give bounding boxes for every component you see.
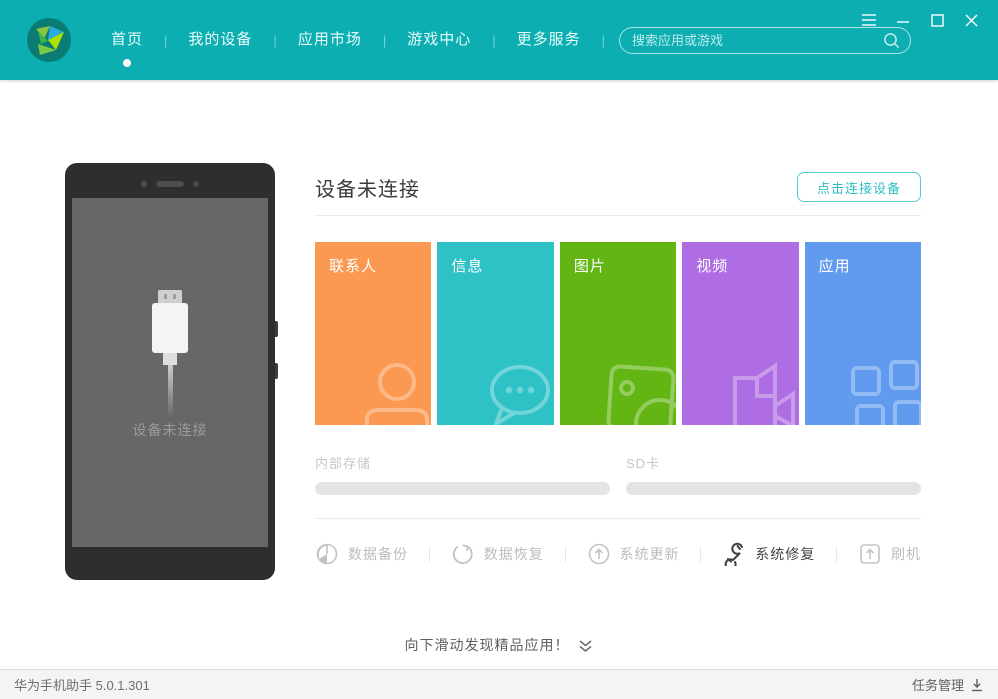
hint-text: 向下滑动发现精品应用！ (405, 637, 570, 653)
action-label: 系统更新 (620, 544, 680, 564)
usb-plug-icon (152, 290, 188, 417)
search-input[interactable] (632, 33, 883, 48)
content-column: 设备未连接 点击连接设备 联系人 信息 (315, 163, 921, 567)
action-separator (565, 546, 566, 562)
menu-icon[interactable] (856, 10, 882, 30)
sd-card-label: SD卡 (626, 453, 921, 472)
tile-apps[interactable]: 应用 (805, 242, 921, 425)
tile-label: 视频 (696, 255, 728, 276)
action-separator (700, 546, 701, 562)
flash-rom-button[interactable]: 刷机 (858, 542, 921, 566)
tile-label: 联系人 (329, 255, 377, 276)
window-controls (856, 10, 984, 30)
maximize-icon[interactable] (924, 10, 950, 30)
backup-icon (315, 542, 339, 566)
system-update-button[interactable]: 系统更新 (587, 542, 680, 566)
internal-storage-label: 内部存储 (315, 453, 610, 472)
repair-icon (722, 542, 746, 566)
phone-illustration: 设备未连接 (65, 163, 275, 580)
storage-divider (315, 518, 921, 519)
system-repair-button[interactable]: 系统修复 (722, 542, 815, 566)
nav-item-more-services[interactable]: 更多服务 (496, 0, 602, 80)
app-version-text: 华为手机助手 5.0.1.301 (14, 675, 150, 694)
data-restore-button[interactable]: 数据恢复 (451, 542, 544, 566)
nav-item-label: 更多服务 (517, 31, 581, 48)
scroll-down-hint[interactable]: 向下滑动发现精品应用！ (0, 635, 998, 655)
messages-icon (478, 356, 554, 425)
hisuite-window: 首页 | 我的设备 | 应用市场 | 游戏中心 | 更多服务 | (0, 0, 998, 699)
nav-item-app-market[interactable]: 应用市场 (277, 0, 383, 80)
connect-device-button[interactable]: 点击连接设备 (797, 172, 921, 202)
action-separator (429, 546, 430, 562)
double-chevron-down-icon (578, 639, 593, 653)
restore-icon (451, 542, 475, 566)
device-status-text: 设备未连接 (72, 420, 268, 440)
action-label: 数据恢复 (484, 544, 544, 564)
tile-pictures[interactable]: 图片 (560, 242, 676, 425)
nav-separator: | (602, 33, 605, 48)
task-manager-label: 任务管理 (912, 675, 964, 694)
nav-item-label: 首页 (111, 31, 143, 48)
tile-videos[interactable]: 视频 (682, 242, 798, 425)
action-label: 系统修复 (755, 544, 815, 564)
apps-icon (843, 354, 921, 425)
close-icon[interactable] (958, 10, 984, 30)
tile-contacts[interactable]: 联系人 (315, 242, 431, 425)
task-manager-button[interactable]: 任务管理 (912, 675, 984, 694)
tile-label: 应用 (819, 255, 851, 276)
action-toolbar: 数据备份 数据恢复 系统更新 (315, 541, 921, 567)
tile-label: 图片 (574, 255, 606, 276)
header-bar: 首页 | 我的设备 | 应用市场 | 游戏中心 | 更多服务 | (0, 0, 998, 80)
nav-item-label: 应用市场 (298, 31, 362, 48)
page-title: 设备未连接 (315, 173, 420, 202)
search-icon[interactable] (883, 32, 900, 49)
flash-icon (858, 542, 882, 566)
search-box[interactable] (619, 27, 911, 54)
phone-screen: 设备未连接 (72, 198, 268, 547)
nav-item-label: 我的设备 (188, 31, 252, 48)
contacts-icon (357, 358, 431, 425)
nav-item-label: 游戏中心 (407, 31, 471, 48)
app-logo-icon (26, 17, 72, 63)
update-icon (587, 542, 611, 566)
category-tiles: 联系人 信息 (315, 242, 921, 425)
videos-icon (727, 356, 799, 425)
internal-storage-bar (315, 482, 610, 495)
action-label: 刷机 (891, 544, 921, 564)
phone-power-button (275, 363, 278, 379)
phone-speaker (65, 181, 275, 187)
storage-section: 内部存储 SD卡 (315, 453, 921, 495)
action-label: 数据备份 (348, 544, 408, 564)
nav-item-game-center[interactable]: 游戏中心 (386, 0, 492, 80)
action-separator (836, 546, 837, 562)
nav-item-my-device[interactable]: 我的设备 (167, 0, 273, 80)
active-page-dot (123, 59, 131, 67)
download-manager-icon (970, 678, 984, 692)
sd-card-bar (626, 482, 921, 495)
phone-volume-button (275, 321, 278, 337)
title-divider (315, 215, 921, 216)
status-bar: 华为手机助手 5.0.1.301 任务管理 (0, 669, 998, 699)
pictures-icon (602, 356, 676, 425)
main-content: 设备未连接 设备未连接 点击连接设备 联系人 (0, 80, 998, 669)
tile-messages[interactable]: 信息 (437, 242, 553, 425)
nav-item-home[interactable]: 首页 (90, 0, 164, 80)
minimize-icon[interactable] (890, 10, 916, 30)
main-nav: 首页 | 我的设备 | 应用市场 | 游戏中心 | 更多服务 | (90, 0, 605, 80)
tile-label: 信息 (451, 255, 483, 276)
data-backup-button[interactable]: 数据备份 (315, 542, 408, 566)
